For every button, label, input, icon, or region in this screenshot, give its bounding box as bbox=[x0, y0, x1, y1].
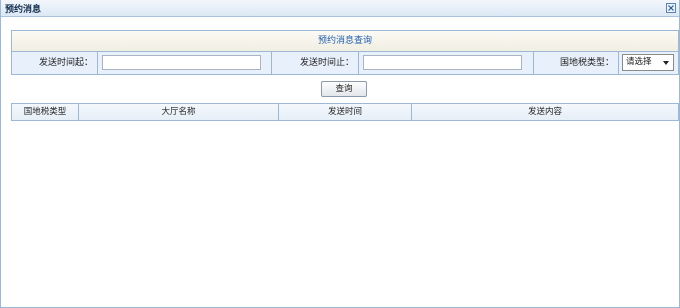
results-table-header: 国地税类型 大厅名称 发送时间 发送内容 bbox=[11, 103, 679, 121]
column-header-send-content[interactable]: 发送内容 bbox=[412, 104, 678, 120]
tax-type-selected-value: 请选择 bbox=[626, 57, 652, 67]
column-header-send-time[interactable]: 发送时间 bbox=[279, 104, 412, 120]
title-bar: 预约消息 bbox=[1, 0, 679, 17]
column-header-hall-name[interactable]: 大厅名称 bbox=[79, 104, 279, 120]
send-time-to-label: 发送时间止： bbox=[272, 52, 359, 74]
send-time-from-cell bbox=[98, 52, 272, 74]
query-criteria-row: 发送时间起： 发送时间止： 国地税类型： 请选择 bbox=[12, 52, 678, 74]
tax-type-select[interactable]: 请选择 bbox=[622, 54, 674, 71]
chevron-down-icon bbox=[663, 61, 669, 65]
search-button[interactable]: 查询 bbox=[321, 81, 367, 97]
close-icon[interactable] bbox=[666, 3, 676, 13]
dialog-content: 预约消息查询 发送时间起： 发送时间止： 国地税类型： 请选择 查询 国地税类型… bbox=[1, 17, 679, 307]
tax-type-label: 国地税类型： bbox=[534, 52, 619, 74]
send-time-from-input[interactable] bbox=[102, 55, 261, 70]
column-header-tax-type[interactable]: 国地税类型 bbox=[12, 104, 79, 120]
window-title: 预约消息 bbox=[5, 5, 42, 15]
query-panel-title: 预约消息查询 bbox=[12, 31, 678, 52]
query-panel: 预约消息查询 发送时间起： 发送时间止： 国地税类型： 请选择 bbox=[11, 30, 679, 75]
send-time-from-label: 发送时间起： bbox=[12, 52, 98, 74]
send-time-to-cell bbox=[359, 52, 534, 74]
tax-type-cell: 请选择 bbox=[619, 52, 678, 74]
send-time-to-input[interactable] bbox=[363, 55, 522, 70]
dialog-window: 预约消息 预约消息查询 发送时间起： 发送时间止： 国地税类型： 请选择 查询 … bbox=[0, 0, 680, 308]
